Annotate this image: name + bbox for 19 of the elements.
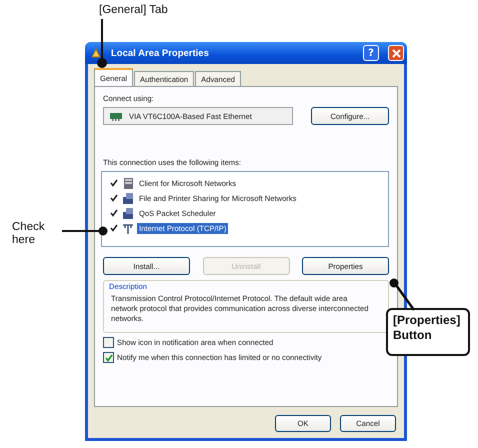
computer-icon bbox=[122, 176, 134, 190]
close-button[interactable] bbox=[388, 45, 404, 61]
checkmark-icon bbox=[104, 354, 112, 362]
callout-label: [General] Tab bbox=[99, 4, 168, 16]
callout-label: [Properties] Button bbox=[386, 308, 470, 356]
window-title: Local Area Properties bbox=[111, 48, 209, 58]
checkbox[interactable] bbox=[103, 352, 114, 363]
checkbox[interactable] bbox=[103, 337, 114, 348]
network-card-icon bbox=[109, 111, 123, 121]
leader-line bbox=[390, 278, 416, 311]
help-button[interactable]: ? bbox=[363, 45, 379, 61]
computers-icon bbox=[122, 206, 134, 220]
network-plug-icon bbox=[122, 222, 134, 234]
computers-icon bbox=[122, 192, 134, 204]
network-icon bbox=[90, 47, 102, 59]
leader-line bbox=[97, 19, 107, 68]
callout-label: Check here bbox=[12, 221, 46, 247]
close-icon bbox=[392, 48, 400, 58]
leader-line bbox=[62, 226, 108, 236]
